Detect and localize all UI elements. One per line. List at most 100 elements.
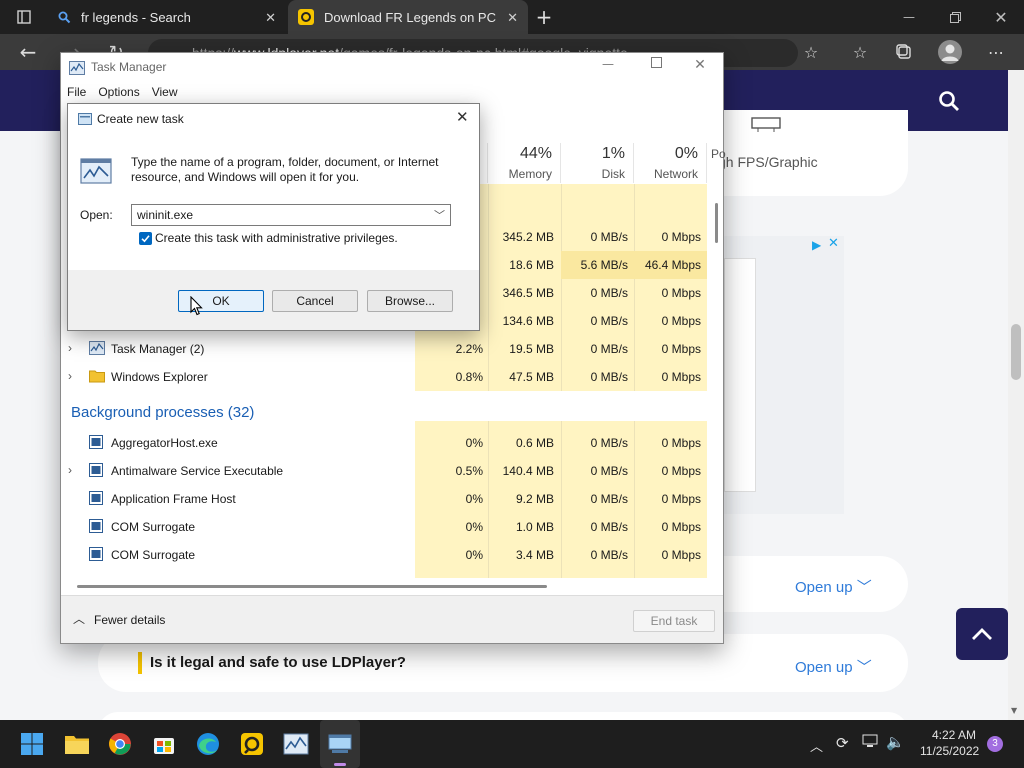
chevron-down-icon[interactable]: ﹀	[434, 207, 445, 223]
cell-disk: 0 MB/s	[590, 464, 628, 478]
page-scrollbar[interactable]: ▼	[1008, 70, 1024, 720]
site-search-icon[interactable]	[938, 90, 960, 112]
more-menu-icon[interactable]: ⋯	[980, 36, 1012, 68]
run-dialog-taskbar-icon[interactable]	[320, 720, 360, 768]
task-manager-icon	[69, 61, 85, 75]
cancel-button[interactable]: Cancel	[272, 290, 358, 312]
ad-content	[724, 258, 756, 492]
back-icon[interactable]: ←	[12, 36, 44, 68]
page-scrollbar-thumb[interactable]	[1011, 324, 1021, 380]
adchoices-icon[interactable]: ▶	[812, 238, 821, 252]
menu-file[interactable]: File	[61, 83, 92, 105]
section-gap	[415, 391, 707, 421]
minimize-icon[interactable]: —	[593, 57, 623, 77]
favorite-add-icon[interactable]: ☆	[795, 36, 827, 68]
tab-close-icon[interactable]: ✕	[507, 10, 518, 26]
expand-chevron-icon[interactable]: ›	[68, 369, 72, 383]
table-row[interactable]: Application Frame Host 0% 9.2 MB 0 MB/s …	[61, 485, 707, 513]
open-input[interactable]	[132, 205, 428, 225]
cell-disk: 0 MB/s	[590, 370, 628, 384]
restore-icon[interactable]	[932, 0, 978, 34]
process-name: COM Surrogate	[111, 520, 196, 534]
fewer-details-link[interactable]: Fewer details	[94, 613, 165, 627]
cell-network: 0 Mbps	[661, 230, 701, 244]
tab-title: fr legends - Search	[81, 9, 191, 25]
cell-cpu: 0%	[465, 492, 483, 506]
end-task-button[interactable]: End task	[633, 610, 715, 632]
cell-network: 0 Mbps	[661, 520, 701, 534]
clock-time: 4:22 AM	[931, 728, 976, 742]
collections-icon[interactable]	[888, 36, 920, 68]
dialog-close-icon[interactable]: ✕	[456, 108, 469, 126]
table-row[interactable]: › Task Manager (2) 2.2% 19.5 MB 0 MB/s 0…	[61, 335, 707, 363]
browse-button[interactable]: Browse...	[367, 290, 453, 312]
network-icon[interactable]	[862, 734, 878, 748]
ldplayer-taskbar-icon[interactable]	[232, 720, 272, 768]
faq-item[interactable]	[98, 712, 908, 720]
column-header-memory[interactable]: 44% Memory	[488, 143, 561, 183]
file-explorer-taskbar-icon[interactable]	[57, 720, 97, 768]
expand-chevron-icon[interactable]: ›	[68, 341, 72, 355]
tab-actions-icon[interactable]	[8, 1, 40, 33]
open-combobox[interactable]: ﹀	[131, 204, 451, 226]
menu-options[interactable]: Options	[92, 83, 145, 105]
faq-open-up[interactable]: Open up ﹀	[795, 656, 872, 677]
expand-chevron-icon[interactable]: ›	[68, 463, 72, 477]
new-tab-icon[interactable]: +	[528, 1, 560, 33]
chrome-taskbar-icon[interactable]	[100, 720, 140, 768]
minimize-icon[interactable]: —	[886, 0, 932, 34]
ldplayer-favicon-icon	[298, 9, 314, 25]
process-list-hscrollbar[interactable]	[61, 578, 723, 594]
process-list-hscrollbar-thumb[interactable]	[77, 585, 547, 588]
tab-ldplayer[interactable]: Download FR Legends on PC (Em ✕	[288, 0, 528, 34]
windows-logo-icon	[21, 733, 43, 755]
process-list-scrollbar-thumb[interactable]	[715, 203, 718, 243]
close-icon[interactable]: ✕	[685, 57, 715, 77]
profile-avatar[interactable]	[938, 40, 962, 64]
volume-icon[interactable]: 🔈	[886, 733, 905, 751]
cell-memory: 1.0 MB	[515, 520, 554, 534]
table-row[interactable]: COM Surrogate 0% 1.0 MB 0 MB/s 0 Mbps	[61, 513, 707, 541]
table-row[interactable]: › Antimalware Service Executable 0.5% 14…	[61, 457, 707, 485]
ad-frame: ▶ ✕	[724, 236, 844, 514]
back-to-top-button[interactable]	[956, 608, 1008, 660]
show-hidden-icons-chevron-icon[interactable]: ︿	[810, 736, 823, 755]
tab-close-icon[interactable]: ✕	[265, 10, 276, 26]
cell-network: 0 Mbps	[661, 314, 701, 328]
task-manager-taskbar-icon[interactable]	[276, 720, 316, 768]
start-button[interactable]	[12, 720, 52, 768]
admin-checkbox-label[interactable]: Create this task with administrative pri…	[155, 231, 398, 245]
edge-taskbar-icon[interactable]	[188, 720, 228, 768]
column-header-disk[interactable]: 1% Disk	[561, 143, 634, 183]
close-window-icon[interactable]: ✕	[978, 0, 1024, 34]
cell-memory: 140.4 MB	[502, 464, 554, 478]
store-taskbar-icon[interactable]	[144, 720, 184, 768]
task-manager-titlebar[interactable]: Task Manager — ✕	[61, 53, 723, 83]
scroll-down-arrow-icon[interactable]: ▼	[1011, 706, 1017, 715]
cell-memory: 3.4 MB	[515, 548, 554, 562]
dialog-title: Create new task	[97, 112, 184, 126]
cell-network: 0 Mbps	[661, 492, 701, 506]
sync-icon[interactable]: ⟳	[836, 734, 849, 752]
admin-checkbox[interactable]	[139, 232, 152, 245]
cell-memory: 345.2 MB	[502, 230, 554, 244]
menu-view[interactable]: View	[146, 83, 184, 105]
browser-tab-bar: fr legends - Search ✕ Download FR Legend…	[0, 0, 1024, 34]
chevron-up-icon[interactable]: ︿	[73, 610, 85, 627]
faq-open-up[interactable]: Open up ﹀	[795, 576, 872, 597]
favorites-icon[interactable]: ☆	[844, 36, 876, 68]
tab-search[interactable]: fr legends - Search ✕	[50, 0, 286, 34]
table-row[interactable]: COM Surrogate 0% 3.4 MB 0 MB/s 0 Mbps	[61, 541, 707, 569]
table-row[interactable]: › Windows Explorer 0.8% 47.5 MB 0 MB/s 0…	[61, 363, 707, 391]
cell-memory: 18.6 MB	[509, 258, 554, 272]
column-header-power[interactable]: Po	[707, 143, 726, 183]
feature-text: gh FPS/Graphic	[718, 154, 818, 170]
notification-badge[interactable]: 3	[987, 736, 1003, 752]
cell-network: 0 Mbps	[661, 464, 701, 478]
column-header-network[interactable]: 0% Network	[634, 143, 707, 183]
ad-close-icon[interactable]: ✕	[828, 236, 839, 251]
table-row[interactable]: AggregatorHost.exe 0% 0.6 MB 0 MB/s 0 Mb…	[61, 429, 707, 457]
maximize-icon[interactable]	[641, 57, 671, 77]
clock[interactable]: 4:22 AM 11/25/2022	[920, 728, 979, 758]
task-manager-icon	[89, 341, 105, 357]
